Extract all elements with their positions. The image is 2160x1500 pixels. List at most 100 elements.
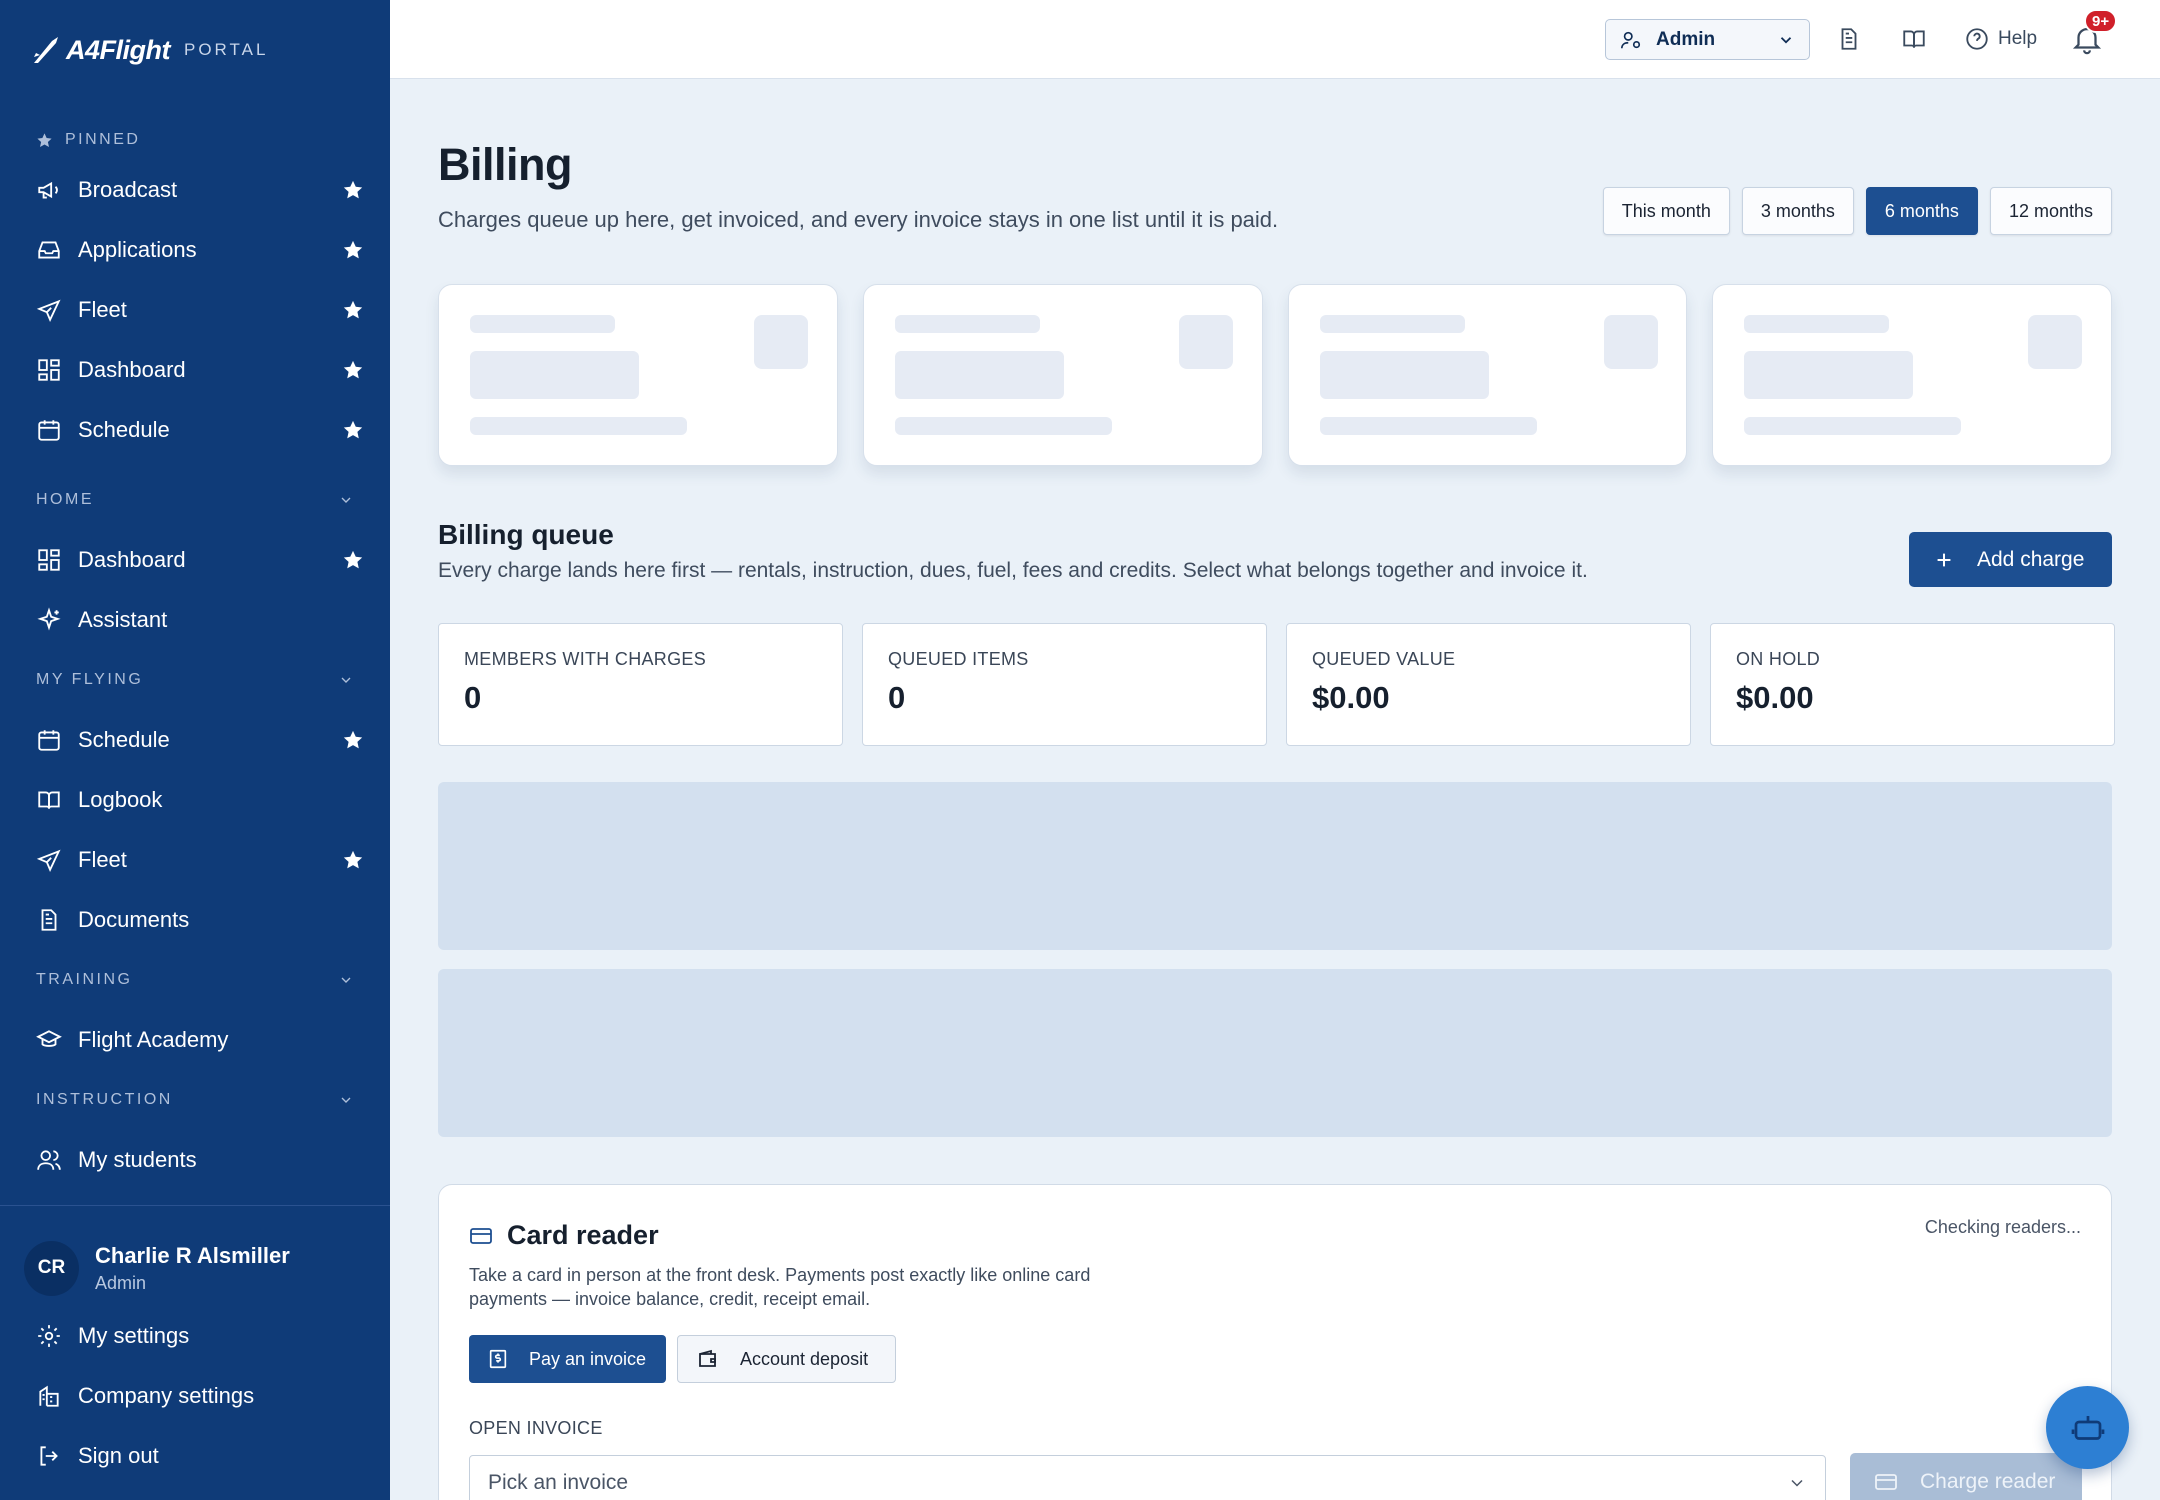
book-icon [36, 787, 62, 813]
star-icon[interactable] [342, 729, 364, 751]
graduation-cap-icon [36, 1027, 62, 1053]
summary-card-skeleton [862, 284, 1263, 466]
chevron-down-icon [1780, 36, 1792, 44]
sidebar-item-logbook[interactable]: Logbook [0, 770, 390, 830]
megaphone-icon [36, 177, 62, 203]
star-icon[interactable] [342, 359, 364, 381]
help-icon [1966, 28, 1988, 50]
user-role: Admin [95, 1272, 147, 1293]
grid-icon [36, 547, 62, 573]
topbar: Admin Help 9+ [390, 0, 2160, 79]
pay-invoice-button[interactable]: Pay an invoice [469, 1335, 666, 1383]
company-settings-link[interactable]: Company settings [0, 1366, 390, 1426]
open-invoice-label: OPEN INVOICE [469, 1418, 603, 1438]
avatar: CR [24, 1240, 79, 1296]
sparkle-icon [36, 607, 62, 633]
card-reader-title: Card reader [469, 1220, 659, 1251]
gear-icon [36, 1323, 62, 1349]
brand-logo[interactable]: A4Flight PORTAL [30, 30, 268, 70]
card-reader-panel: Card reader Checking readers... Take a c… [438, 1184, 2112, 1500]
sidebar-item-my-schedule[interactable]: Schedule [0, 710, 390, 770]
users-icon [36, 1147, 62, 1173]
star-icon[interactable] [342, 419, 364, 441]
sidebar: A4Flight PORTAL PINNED Broadcast Applica… [0, 0, 390, 1500]
pin-star-icon [37, 132, 52, 147]
charge-reader-button[interactable]: Charge reader [1850, 1453, 2082, 1500]
document-icon[interactable] [1834, 24, 1864, 54]
user-profile[interactable]: CR Charlie R Alsmiller Admin [0, 1206, 390, 1306]
credit-card-icon [470, 1227, 492, 1244]
range-12-months[interactable]: 12 months [1989, 187, 2112, 235]
sidebar-footer: CR Charlie R Alsmiller Admin My settings… [0, 1205, 390, 1500]
sign-out-link[interactable]: Sign out [0, 1426, 390, 1486]
summary-card-skeleton [438, 284, 838, 466]
my-settings-link[interactable]: My settings [0, 1306, 390, 1366]
invoice-select[interactable]: Pick an invoice [469, 1455, 1826, 1500]
sidebar-item-broadcast[interactable]: Broadcast [0, 160, 390, 220]
sidebar-item-my-students[interactable]: My students [0, 1130, 390, 1190]
section-instruction[interactable]: INSTRUCTION [0, 1070, 390, 1130]
star-icon[interactable] [342, 549, 364, 571]
robot-icon [2071, 1415, 2104, 1440]
inbox-icon [36, 237, 62, 263]
grid-icon [36, 357, 62, 383]
sidebar-nav: PINNED Broadcast Applications Fleet Dash… [0, 120, 390, 1205]
stat-queued-value: QUEUED VALUE $0.00 [1286, 623, 1691, 746]
chevron-down-icon [341, 677, 351, 683]
section-home[interactable]: HOME [0, 470, 390, 530]
range-6-months[interactable]: 6 months [1865, 187, 1978, 235]
star-icon[interactable] [342, 299, 364, 321]
user-switch-icon [1621, 31, 1641, 48]
building-icon [36, 1383, 62, 1409]
stat-queued-items: QUEUED ITEMS 0 [862, 623, 1267, 746]
sign-out-icon [36, 1443, 62, 1469]
billing-queue-subtitle: Every charge lands here first — rentals,… [438, 559, 1588, 582]
page-subtitle: Charges queue up here, get invoiced, and… [438, 207, 1279, 232]
book-icon[interactable] [1899, 24, 1929, 54]
page-title: Billing [438, 139, 572, 190]
invoice-dollar-icon [489, 1349, 507, 1369]
reader-status: Checking readers... [1924, 1217, 2081, 1237]
summary-card-skeleton [1287, 284, 1688, 466]
section-training[interactable]: TRAINING [0, 950, 390, 1010]
credit-card-icon [1875, 1474, 1897, 1490]
card-reader-description: Take a card in person at the front desk.… [469, 1265, 1091, 1309]
queue-loading-block [438, 969, 2112, 1137]
section-my-flying[interactable]: MY FLYING [0, 650, 390, 710]
range-this-month[interactable]: This month [1602, 187, 1730, 235]
add-charge-button[interactable]: Add charge [1909, 532, 2112, 587]
star-icon[interactable] [342, 239, 364, 261]
plus-icon [1937, 553, 1951, 566]
plane-logo-icon [34, 37, 58, 63]
calendar-icon [36, 417, 62, 443]
help-link[interactable]: Help [1964, 24, 2037, 54]
sidebar-item-applications[interactable]: Applications [0, 220, 390, 280]
account-deposit-button[interactable]: Account deposit [677, 1335, 896, 1383]
summary-card-skeleton [1712, 284, 2112, 466]
range-3-months[interactable]: 3 months [1741, 187, 1854, 235]
star-icon[interactable] [342, 849, 364, 871]
sidebar-item-home-dashboard[interactable]: Dashboard [0, 530, 390, 590]
role-select[interactable]: Admin [1605, 19, 1810, 60]
summary-cards-loading [438, 284, 2112, 466]
wallet-icon [699, 1349, 716, 1367]
billing-queue-title: Billing queue [438, 519, 614, 550]
sidebar-item-schedule[interactable]: Schedule [0, 400, 390, 460]
star-icon[interactable] [342, 179, 364, 201]
sidebar-item-my-fleet[interactable]: Fleet [0, 830, 390, 890]
range-selector: This month 3 months 6 months 12 months [1602, 187, 2112, 235]
sidebar-item-dashboard[interactable]: Dashboard [0, 340, 390, 400]
chevron-down-icon [341, 977, 351, 983]
sidebar-item-flight-academy[interactable]: Flight Academy [0, 1010, 390, 1070]
chevron-down-icon [341, 497, 351, 503]
calendar-icon [36, 727, 62, 753]
sidebar-item-documents[interactable]: Documents [0, 890, 390, 950]
queue-loading-block [438, 782, 2112, 950]
sidebar-item-assistant[interactable]: Assistant [0, 590, 390, 650]
user-name: Charlie R Alsmiller [95, 1242, 290, 1268]
assistant-bot-button[interactable] [2046, 1386, 2129, 1469]
notification-badge: 9+ [2084, 9, 2118, 33]
chevron-down-icon [1791, 1479, 1803, 1487]
queue-stats: MEMBERS WITH CHARGES 0 QUEUED ITEMS 0 QU… [438, 623, 2115, 746]
sidebar-item-fleet[interactable]: Fleet [0, 280, 390, 340]
